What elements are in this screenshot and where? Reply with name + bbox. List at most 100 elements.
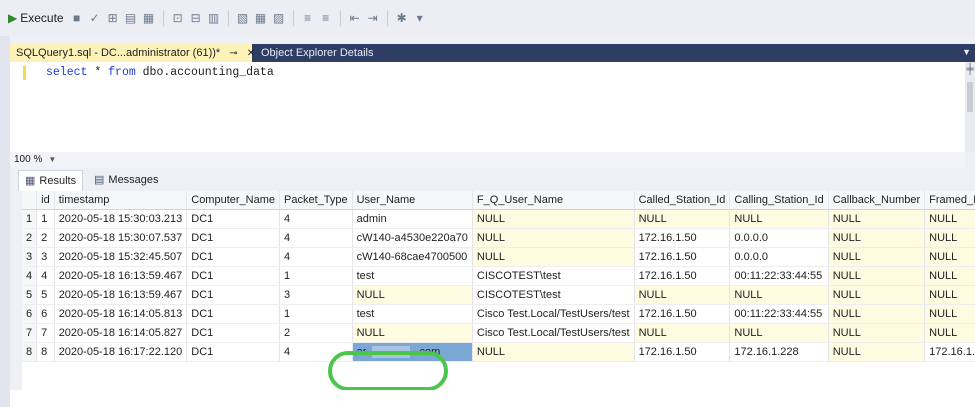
table-cell[interactable]: 4	[279, 209, 353, 229]
intellisense-icon[interactable]: ▦	[142, 11, 156, 25]
table-cell[interactable]: 2020-05-18 15:32:45.507	[54, 247, 188, 267]
table-cell[interactable]: 172.16.1.228	[924, 342, 975, 362]
table-cell[interactable]: NULL	[472, 342, 635, 362]
table-cell[interactable]: 0.0.0.0	[729, 247, 829, 267]
table-row[interactable]: 5 5 2020-05-18 16:13:59.467 DC1 3 NULL CISCOTE…	[22, 285, 975, 305]
table-cell[interactable]: 2020-05-18 16:13:59.467	[54, 266, 188, 286]
tab-sqlquery1[interactable]: SQLQuery1.sql - DC...administrator (61))…	[10, 44, 255, 62]
row-number[interactable]: 8	[22, 342, 38, 362]
table-cell[interactable]: cW140-68cae4700500	[352, 247, 473, 267]
results-to-text-icon[interactable]: ▧	[236, 11, 250, 25]
table-cell[interactable]: NULL	[828, 304, 926, 324]
row-number[interactable]: 2	[22, 228, 38, 248]
tab-messages[interactable]: ▤ Messages	[90, 170, 163, 190]
column-header[interactable]: timestamp	[54, 191, 188, 210]
table-cell[interactable]: 4	[279, 228, 353, 248]
column-header[interactable]: Calling_Station_Id	[729, 191, 829, 210]
table-cell[interactable]: 2020-05-18 16:14:05.827	[54, 323, 188, 343]
table-row[interactable]: 4 4 2020-05-18 16:13:59.467 DC1 1 test CISCOTE…	[22, 266, 975, 286]
table-row[interactable]: 2 2 2020-05-18 15:30:07.537 DC1 4 cW140-a4530…	[22, 228, 975, 248]
table-cell[interactable]: 3	[36, 247, 55, 267]
table-cell[interactable]: 7	[36, 323, 55, 343]
table-cell[interactable]: 2	[279, 323, 353, 343]
table-cell[interactable]: NULL	[729, 323, 829, 343]
table-cell[interactable]: NULL	[472, 228, 635, 248]
table-cell[interactable]: NULL	[828, 323, 926, 343]
table-cell[interactable]: 172.16.1.50	[634, 228, 731, 248]
decrease-indent-icon[interactable]: ⇤	[348, 11, 362, 25]
table-cell[interactable]: 2	[36, 228, 55, 248]
live-stats-icon[interactable]: ⊟	[189, 11, 203, 25]
table-cell[interactable]: 00:11:22:33:44:55	[729, 304, 829, 324]
table-cell[interactable]: NULL	[924, 285, 975, 305]
table-row[interactable]: 6 6 2020-05-18 16:14:05.813 DC1 1 test Cisco T…	[22, 304, 975, 324]
query-editor[interactable]: select * from dbo.accounting_data	[10, 62, 965, 153]
table-cell[interactable]: NULL	[924, 247, 975, 267]
table-cell[interactable]: 172.16.1.50	[634, 266, 731, 286]
close-icon[interactable]: ✕	[247, 48, 255, 59]
row-number[interactable]: 3	[22, 247, 38, 267]
query-text[interactable]: select * from dbo.accounting_data	[46, 66, 274, 79]
comment-icon[interactable]: ≡	[301, 11, 315, 25]
column-header[interactable]: User_Name	[352, 191, 473, 210]
table-cell[interactable]: NULL	[924, 304, 975, 324]
toolbar-overflow-icon[interactable]: ▾	[413, 11, 427, 25]
zoom-dropdown[interactable]: 100 % ▼	[14, 154, 56, 165]
table-cell[interactable]: NULL	[634, 323, 731, 343]
table-cell[interactable]: CISCOTEST\test	[472, 266, 635, 286]
table-cell[interactable]: NULL	[924, 228, 975, 248]
table-cell[interactable]: 6	[36, 304, 55, 324]
table-cell[interactable]: 172.16.1.50	[634, 342, 731, 362]
table-cell[interactable]: NULL	[352, 323, 473, 343]
column-header[interactable]: Called_Station_Id	[634, 191, 731, 210]
column-header[interactable]: Computer_Name	[186, 191, 281, 210]
table-cell[interactable]: NULL	[828, 209, 926, 229]
table-cell[interactable]: 0.0.0.0	[729, 228, 829, 248]
table-cell[interactable]: test	[352, 266, 473, 286]
table-cell[interactable]: NULL	[828, 285, 926, 305]
tab-dropdown-icon[interactable]: ▼	[962, 47, 971, 57]
table-cell[interactable]: 2020-05-18 15:30:07.537	[54, 228, 188, 248]
uncomment-icon[interactable]: ≡	[319, 11, 333, 25]
query-options-icon[interactable]: ▤	[124, 11, 138, 25]
table-cell[interactable]: 4	[279, 247, 353, 267]
table-cell[interactable]: NULL	[352, 285, 473, 305]
table-cell[interactable]: 3	[279, 285, 353, 305]
table-cell[interactable]: 2020-05-18 16:14:05.813	[54, 304, 188, 324]
table-cell[interactable]: 2020-05-18 16:17:22.120	[54, 342, 188, 362]
column-header[interactable]	[22, 191, 38, 210]
actual-plan-icon[interactable]: ⊡	[171, 11, 185, 25]
tab-results[interactable]: ▦ Results	[18, 170, 84, 191]
table-cell[interactable]: NULL	[634, 285, 731, 305]
table-cell[interactable]: NULL	[828, 266, 926, 286]
table-cell[interactable]: 1	[36, 209, 55, 229]
table-cell[interactable]: NULL	[924, 266, 975, 286]
table-row[interactable]: 3 3 2020-05-18 15:32:45.507 DC1 4 cW140-68cae…	[22, 247, 975, 267]
table-cell[interactable]: CISCOTEST\test	[472, 285, 635, 305]
table-cell[interactable]: DC1	[186, 323, 281, 343]
table-cell[interactable]: NULL	[472, 247, 635, 267]
table-cell[interactable]: NULL	[729, 285, 829, 305]
row-number[interactable]: 7	[22, 323, 38, 343]
table-cell[interactable]: 172.16.1.50	[634, 247, 731, 267]
table-cell[interactable]: 8	[36, 342, 55, 362]
table-cell[interactable]: DC1	[186, 304, 281, 324]
results-to-grid-icon[interactable]: ▦	[254, 11, 268, 25]
table-cell[interactable]: test	[352, 304, 473, 324]
table-cell[interactable]: NULL	[828, 342, 926, 362]
specify-values-icon[interactable]: ✱	[395, 11, 409, 25]
column-header[interactable]: F_Q_User_Name	[472, 191, 635, 210]
table-row[interactable]: 1 1 2020-05-18 15:30:03.213 DC1 4 admin NULL NU…	[22, 209, 975, 229]
split-editor-icon[interactable]: ╪	[965, 64, 975, 76]
table-cell[interactable]: DC1	[186, 285, 281, 305]
table-cell[interactable]: NULL	[924, 209, 975, 229]
table-cell[interactable]: 5	[36, 285, 55, 305]
column-header[interactable]: Framed_IP_Address	[924, 191, 975, 210]
estimated-plan-icon[interactable]: ⊞	[106, 11, 120, 25]
table-cell[interactable]: 00:11:22:33:44:55	[729, 266, 829, 286]
table-cell[interactable]: 2020-05-18 15:30:03.213	[54, 209, 188, 229]
row-number[interactable]: 6	[22, 304, 38, 324]
table-cell[interactable]: cW140-a4530e220a70	[352, 228, 473, 248]
table-cell[interactable]: DC1	[186, 247, 281, 267]
execute-button[interactable]: ▶ Execute	[8, 7, 64, 29]
